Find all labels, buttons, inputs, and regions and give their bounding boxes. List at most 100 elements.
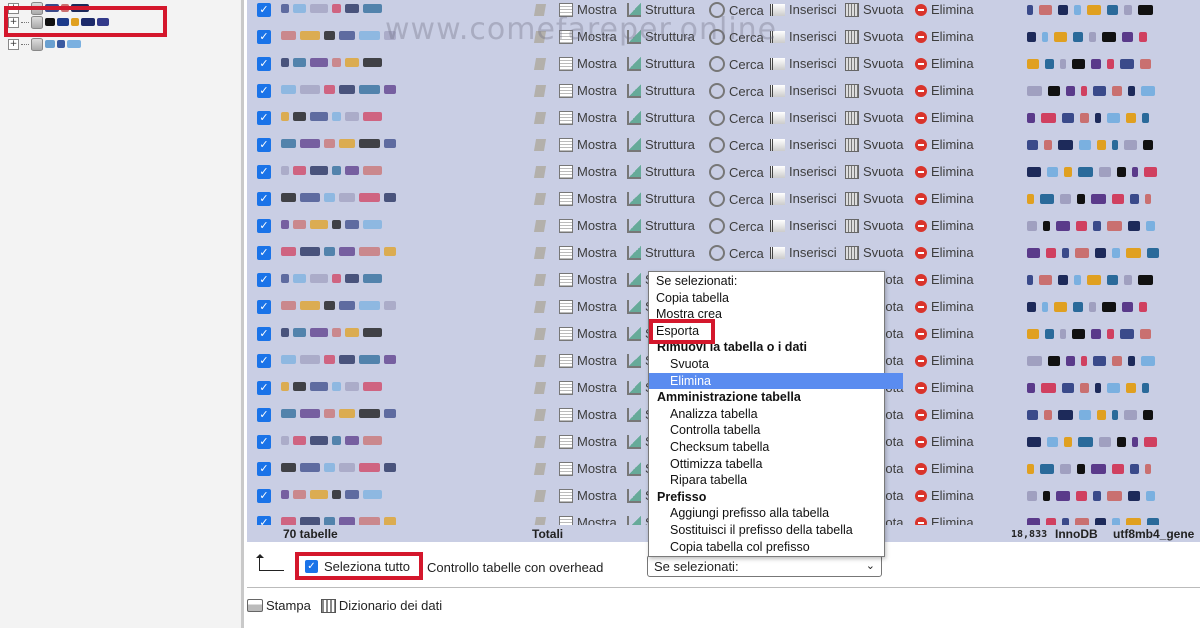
elimina-label[interactable]: Elimina bbox=[931, 191, 974, 206]
favorite-star-icon[interactable] bbox=[533, 463, 547, 475]
table-name-redacted[interactable] bbox=[281, 328, 481, 341]
svuota-action[interactable]: Svuota bbox=[845, 83, 903, 98]
elimina-label[interactable]: Elimina bbox=[931, 299, 974, 314]
dropdown-option[interactable]: Aggiungi prefisso alla tabella bbox=[649, 505, 903, 521]
inserisci-action[interactable]: Inserisci bbox=[770, 164, 837, 179]
cerca-label[interactable]: Cerca bbox=[729, 84, 764, 99]
favorite-star-icon[interactable] bbox=[533, 328, 547, 340]
favorite-star-icon[interactable] bbox=[533, 166, 547, 178]
mostra-action[interactable]: Mostra bbox=[559, 164, 617, 179]
mostra-action[interactable]: Mostra bbox=[559, 56, 617, 71]
mostra-action[interactable]: Mostra bbox=[559, 191, 617, 206]
row-checkbox[interactable]: ✓ bbox=[257, 192, 271, 206]
elimina-label[interactable]: Elimina bbox=[931, 83, 974, 98]
mostra-action[interactable]: Mostra bbox=[559, 245, 617, 260]
svuota-label[interactable]: Svuota bbox=[863, 56, 903, 71]
elimina-label[interactable]: Elimina bbox=[931, 380, 974, 395]
mostra-label[interactable]: Mostra bbox=[577, 56, 617, 71]
dropdown-option[interactable]: Elimina bbox=[649, 372, 903, 389]
elimina-action[interactable]: Elimina bbox=[915, 191, 974, 206]
mostra-action[interactable]: Mostra bbox=[559, 353, 617, 368]
elimina-action[interactable]: Elimina bbox=[915, 56, 974, 71]
mostra-label[interactable]: Mostra bbox=[577, 83, 617, 98]
svuota-action[interactable]: Svuota bbox=[845, 218, 903, 233]
elimina-label[interactable]: Elimina bbox=[931, 56, 974, 71]
table-name-redacted[interactable] bbox=[281, 247, 481, 260]
inserisci-label[interactable]: Inserisci bbox=[789, 137, 837, 152]
cerca-label[interactable]: Cerca bbox=[729, 138, 764, 153]
favorite-star-icon[interactable] bbox=[533, 301, 547, 313]
row-checkbox[interactable]: ✓ bbox=[257, 57, 271, 71]
dropdown-option[interactable]: Copia tabella bbox=[649, 290, 889, 306]
svuota-label[interactable]: Svuota bbox=[863, 164, 903, 179]
inserisci-action[interactable]: Inserisci bbox=[770, 245, 837, 260]
inserisci-action[interactable]: Inserisci bbox=[770, 110, 837, 125]
tree-node[interactable]: + bbox=[8, 36, 81, 52]
data-dictionary-link[interactable]: Dizionario dei dati bbox=[320, 598, 442, 613]
svuota-action[interactable]: Svuota bbox=[845, 2, 903, 17]
dropdown-option[interactable]: Svuota bbox=[649, 356, 903, 372]
inserisci-action[interactable]: Inserisci bbox=[770, 29, 837, 44]
print-label[interactable]: Stampa bbox=[266, 598, 311, 613]
row-checkbox[interactable]: ✓ bbox=[257, 462, 271, 476]
inserisci-action[interactable]: Inserisci bbox=[770, 56, 837, 71]
struttura-action[interactable]: Struttura bbox=[627, 110, 695, 125]
row-checkbox[interactable]: ✓ bbox=[257, 3, 271, 17]
table-name-redacted[interactable] bbox=[281, 139, 481, 152]
mostra-label[interactable]: Mostra bbox=[577, 461, 617, 476]
row-checkbox[interactable]: ✓ bbox=[257, 138, 271, 152]
favorite-star-icon[interactable] bbox=[533, 409, 547, 421]
svuota-label[interactable]: Svuota bbox=[863, 218, 903, 233]
favorite-star-icon[interactable] bbox=[533, 58, 547, 70]
print-link[interactable]: Stampa bbox=[247, 598, 311, 613]
favorite-star-icon[interactable] bbox=[533, 112, 547, 124]
elimina-action[interactable]: Elimina bbox=[915, 461, 974, 476]
elimina-label[interactable]: Elimina bbox=[931, 2, 974, 17]
dropdown-option[interactable]: Analizza tabella bbox=[649, 406, 903, 422]
elimina-label[interactable]: Elimina bbox=[931, 29, 974, 44]
with-selected-dropdown[interactable]: Se selezionati: Copia tabella Mostra crea E… bbox=[648, 271, 903, 557]
table-name-redacted[interactable] bbox=[281, 490, 481, 503]
struttura-label[interactable]: Struttura bbox=[645, 191, 695, 206]
mostra-action[interactable]: Mostra bbox=[559, 434, 617, 449]
elimina-action[interactable]: Elimina bbox=[915, 29, 974, 44]
mostra-label[interactable]: Mostra bbox=[577, 380, 617, 395]
elimina-action[interactable]: Elimina bbox=[915, 164, 974, 179]
database-name-redacted[interactable] bbox=[45, 37, 81, 51]
select-all-checkbox[interactable]: ✓ Seleziona tutto bbox=[295, 552, 423, 580]
elimina-action[interactable]: Elimina bbox=[915, 380, 974, 395]
data-dictionary-label[interactable]: Dizionario dei dati bbox=[339, 598, 442, 613]
struttura-action[interactable]: Struttura bbox=[627, 245, 695, 260]
svuota-label[interactable]: Svuota bbox=[863, 137, 903, 152]
with-selected-select[interactable]: Se selezionati: ⌄ bbox=[647, 555, 882, 577]
mostra-action[interactable]: Mostra bbox=[559, 272, 617, 287]
table-name-redacted[interactable] bbox=[281, 112, 481, 125]
mostra-label[interactable]: Mostra bbox=[577, 218, 617, 233]
mostra-action[interactable]: Mostra bbox=[559, 488, 617, 503]
mostra-label[interactable]: Mostra bbox=[577, 110, 617, 125]
elimina-label[interactable]: Elimina bbox=[931, 245, 974, 260]
table-name-redacted[interactable] bbox=[281, 58, 481, 71]
inserisci-label[interactable]: Inserisci bbox=[789, 2, 837, 17]
struttura-label[interactable]: Struttura bbox=[645, 164, 695, 179]
mostra-label[interactable]: Mostra bbox=[577, 434, 617, 449]
svuota-label[interactable]: Svuota bbox=[863, 83, 903, 98]
favorite-star-icon[interactable] bbox=[533, 193, 547, 205]
inserisci-label[interactable]: Inserisci bbox=[789, 164, 837, 179]
row-checkbox[interactable]: ✓ bbox=[257, 84, 271, 98]
inserisci-label[interactable]: Inserisci bbox=[789, 83, 837, 98]
svuota-action[interactable]: Svuota bbox=[845, 29, 903, 44]
svuota-action[interactable]: Svuota bbox=[845, 164, 903, 179]
elimina-label[interactable]: Elimina bbox=[931, 110, 974, 125]
struttura-label[interactable]: Struttura bbox=[645, 110, 695, 125]
mostra-label[interactable]: Mostra bbox=[577, 164, 617, 179]
cerca-action[interactable]: Cerca bbox=[709, 110, 764, 126]
inserisci-label[interactable]: Inserisci bbox=[789, 245, 837, 260]
row-checkbox[interactable]: ✓ bbox=[257, 246, 271, 260]
svuota-label[interactable]: Svuota bbox=[863, 191, 903, 206]
table-name-redacted[interactable] bbox=[281, 409, 481, 422]
svuota-label[interactable]: Svuota bbox=[863, 29, 903, 44]
row-checkbox[interactable]: ✓ bbox=[257, 354, 271, 368]
favorite-star-icon[interactable] bbox=[533, 220, 547, 232]
struttura-action[interactable]: Struttura bbox=[627, 164, 695, 179]
